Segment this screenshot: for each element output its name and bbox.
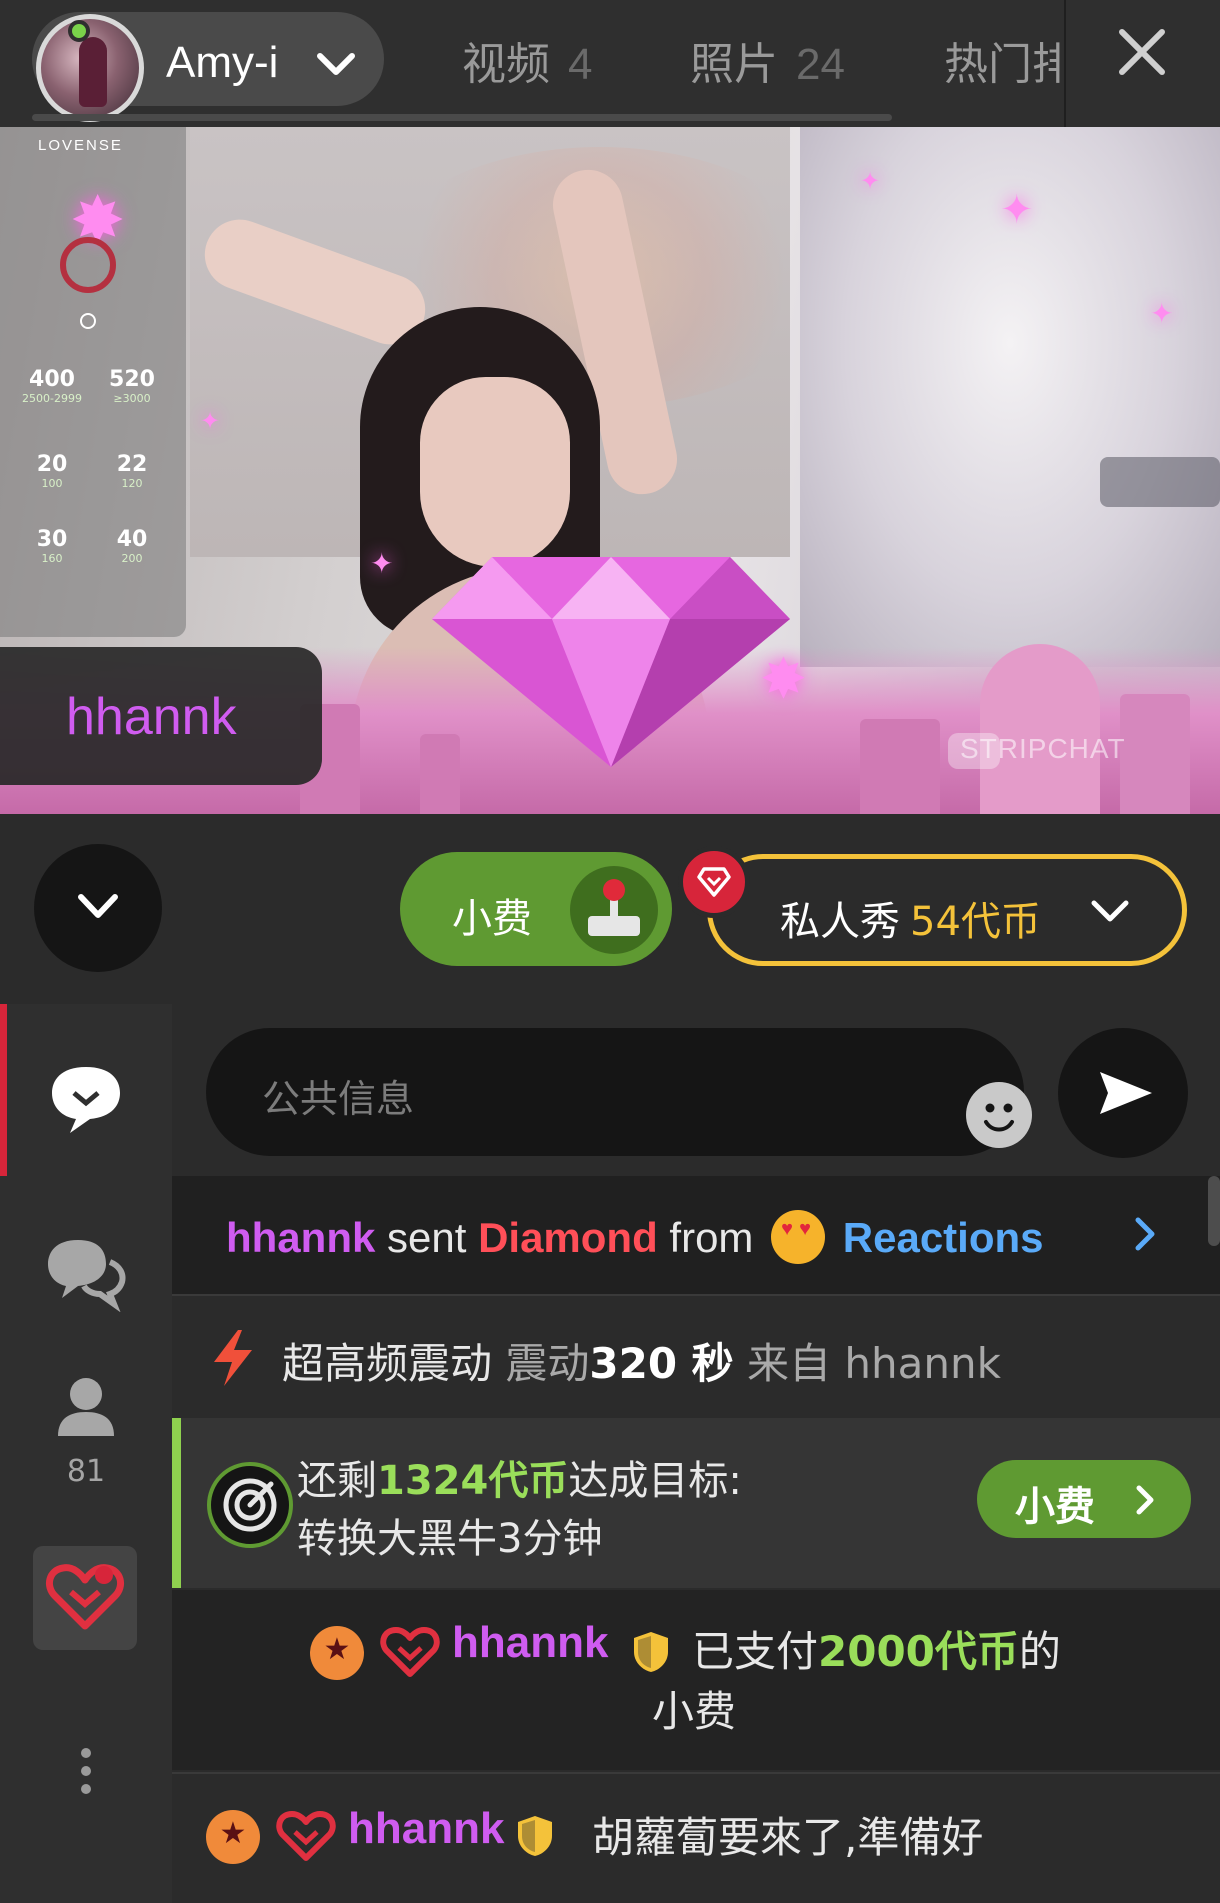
diamond-badge-icon: [678, 846, 750, 918]
chevron-right-icon[interactable]: [1132, 1214, 1158, 1254]
chat-message-text: ★ hhannk 胡蘿蔔要來了,準備好: [172, 1772, 1220, 1903]
sparkle-icon: ✸: [760, 647, 807, 712]
chevron-down-icon: [1091, 900, 1129, 922]
lovense-level: 20 100: [36, 452, 68, 490]
tip-button[interactable]: 小费: [400, 852, 672, 966]
lovense-logo: LOVENSE: [38, 137, 123, 154]
private-show-button[interactable]: 私人秀 54代币: [707, 854, 1187, 966]
public-chat-icon: [52, 1067, 120, 1133]
top-header: Amy-i 视频 4 照片 24 热门排: [0, 0, 1220, 127]
controls-bar: 小费 私人秀 54代币: [0, 814, 1220, 1004]
watermark: STRIPCHAT: [960, 733, 1126, 764]
heart-eyes-emoji-icon: [771, 1210, 826, 1264]
gift-name: Diamond: [478, 1214, 658, 1261]
video-overlay-thumbnail: [1100, 457, 1220, 507]
model-switcher[interactable]: Amy-i: [32, 12, 384, 122]
chat-sidebar: 81: [0, 1004, 172, 1903]
users-icon: [58, 1378, 114, 1436]
close-icon[interactable]: [1116, 26, 1168, 78]
tab-trending[interactable]: 热门排: [944, 28, 1062, 92]
tab-photos[interactable]: 照片 24: [690, 28, 845, 92]
lovense-indicator: [80, 313, 96, 329]
sparkle-icon: ✦: [1150, 297, 1174, 330]
private-messages-tab[interactable]: [0, 1232, 172, 1313]
more-icon[interactable]: [76, 1744, 96, 1804]
model-name: Amy-i: [166, 38, 279, 87]
joystick-icon: [570, 866, 658, 954]
private-messages-icon: [48, 1240, 126, 1313]
chevron-down-icon: [317, 53, 355, 75]
favorites-tab[interactable]: [33, 1546, 137, 1650]
username[interactable]: hhannk: [844, 1339, 1001, 1388]
lovense-level: 520 ≥3000: [109, 367, 155, 405]
chat-panel: 公共信息 hhannk sent Diamond from Reactions: [172, 1004, 1220, 1903]
send-button[interactable]: [1058, 1028, 1188, 1158]
tabs-scrollbar[interactable]: [32, 114, 892, 121]
public-message-input[interactable]: 公共信息: [206, 1028, 1032, 1156]
lovense-level: 22 120: [116, 452, 148, 490]
chat-scrollbar[interactable]: [1208, 1176, 1220, 1246]
lovense-ring: [60, 237, 116, 293]
gift-sender-name: hhannk: [66, 688, 237, 746]
notification-dot: [95, 1566, 113, 1584]
sparkle-icon: ✦: [200, 407, 221, 435]
online-status-dot: [68, 20, 90, 42]
star-badge-icon: ★: [206, 1810, 260, 1864]
diamond-heart-icon: [380, 1627, 440, 1677]
sparkle-icon: ✦: [860, 167, 881, 195]
username[interactable]: hhannk: [226, 1214, 375, 1261]
diamond-gift-icon: [432, 557, 790, 767]
send-icon: [1100, 1072, 1152, 1114]
tab-videos[interactable]: 视频 4: [462, 28, 592, 92]
chevron-right-icon: [1136, 1485, 1154, 1515]
target-icon: [207, 1462, 293, 1548]
chat-message-vibration: 超高频震动 震动320 秒 来自 hhannk: [172, 1298, 1220, 1416]
reactions-link[interactable]: Reactions: [843, 1214, 1044, 1261]
emoji-icon[interactable]: [966, 1082, 1032, 1148]
video-stream[interactable]: ✦ ✦ ✦ ✸ ✦ ✦ LOVENSE ✸ 400 2500-2999 520 ≥3…: [0, 127, 1220, 814]
username[interactable]: hhannk: [348, 1804, 504, 1854]
users-tab[interactable]: 81: [0, 1374, 172, 1489]
input-placeholder: 公共信息: [262, 1077, 415, 1121]
shield-icon: [518, 1816, 552, 1856]
collapse-button[interactable]: [34, 844, 162, 972]
lovense-level: 30 160: [36, 527, 68, 565]
star-badge-icon: ★: [310, 1626, 364, 1680]
sparkle-icon: ✦: [1000, 187, 1034, 233]
sparkle-icon: ✦: [370, 547, 394, 580]
gift-sender-banner: hhannk: [0, 647, 322, 785]
username[interactable]: hhannk: [452, 1618, 608, 1668]
message-text: 胡蘿蔔要來了,準備好: [592, 1813, 984, 1862]
favorite-icon: [45, 1564, 125, 1630]
lightning-icon: [214, 1330, 252, 1386]
user-count: 81: [66, 1454, 106, 1489]
tab-divider: [1064, 0, 1066, 127]
chat-message-reaction: hhannk sent Diamond from Reactions: [172, 1176, 1220, 1296]
model-avatar[interactable]: [36, 14, 144, 122]
chat-feed[interactable]: hhannk sent Diamond from Reactions 超高频震动…: [172, 1176, 1220, 1903]
lovense-level: 40 200: [116, 527, 148, 565]
chevron-down-icon: [78, 894, 118, 918]
goal-description: 转换大黑牛3分钟: [297, 1516, 603, 1562]
diamond-heart-icon: [276, 1811, 336, 1861]
chat-message-goal: 还剩1324代币达成目标: 转换大黑牛3分钟 小费: [172, 1418, 1220, 1588]
lovense-level: 400 2500-2999: [22, 367, 82, 405]
goal-tip-button[interactable]: 小费: [977, 1460, 1191, 1538]
public-chat-tab[interactable]: [0, 1059, 172, 1139]
lovense-panel: LOVENSE ✸ 400 2500-2999 520 ≥3000 20 100 22…: [0, 127, 186, 637]
shield-icon: [634, 1632, 668, 1672]
chat-message-tip: ★ hhannk 已支付2000代币的 小费: [172, 1590, 1220, 1770]
